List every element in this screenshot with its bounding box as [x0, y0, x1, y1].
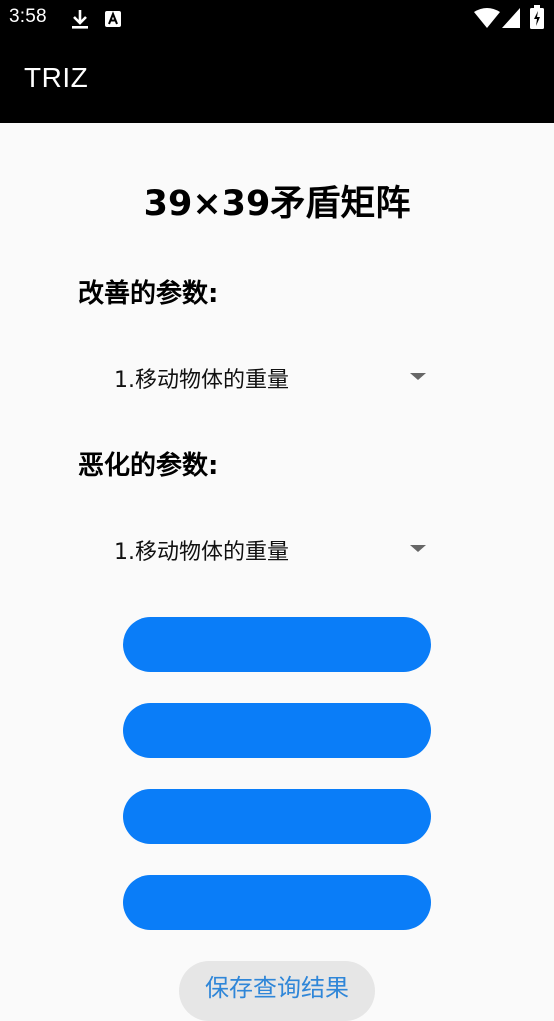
- signal-icon: [502, 8, 520, 28]
- status-time: 3:58: [9, 6, 47, 27]
- battery-icon: [530, 5, 544, 29]
- save-query-result-button[interactable]: 保存查询结果: [179, 961, 375, 1021]
- action-button-1[interactable]: [123, 617, 431, 672]
- worsening-parameter-dropdown[interactable]: 1.移动物体的重量: [100, 521, 436, 575]
- dropdown-arrow-icon: [410, 545, 426, 552]
- improving-parameter-selected: 1.移动物体的重量: [114, 368, 289, 393]
- status-bar: 3:58: [0, 0, 554, 38]
- download-icon: [72, 10, 88, 29]
- action-button-3[interactable]: [123, 789, 431, 844]
- wifi-icon: [474, 8, 500, 28]
- action-button-2[interactable]: [123, 703, 431, 758]
- improving-parameter-label: 改善的参数:: [78, 279, 219, 309]
- page-title: 39×39矛盾矩阵: [143, 184, 411, 224]
- worsening-parameter-selected: 1.移动物体的重量: [114, 540, 289, 565]
- action-button-4[interactable]: [123, 875, 431, 930]
- worsening-parameter-label: 恶化的参数:: [78, 451, 219, 481]
- app-bar: TRIZ: [0, 38, 554, 123]
- main-content: 39×39矛盾矩阵 改善的参数: 1.移动物体的重量 恶化的参数: 1.移动物体…: [0, 123, 554, 1021]
- app-title: TRIZ: [24, 62, 89, 93]
- dropdown-arrow-icon: [410, 373, 426, 380]
- text-a-icon: [105, 11, 121, 27]
- improving-parameter-dropdown[interactable]: 1.移动物体的重量: [100, 349, 436, 403]
